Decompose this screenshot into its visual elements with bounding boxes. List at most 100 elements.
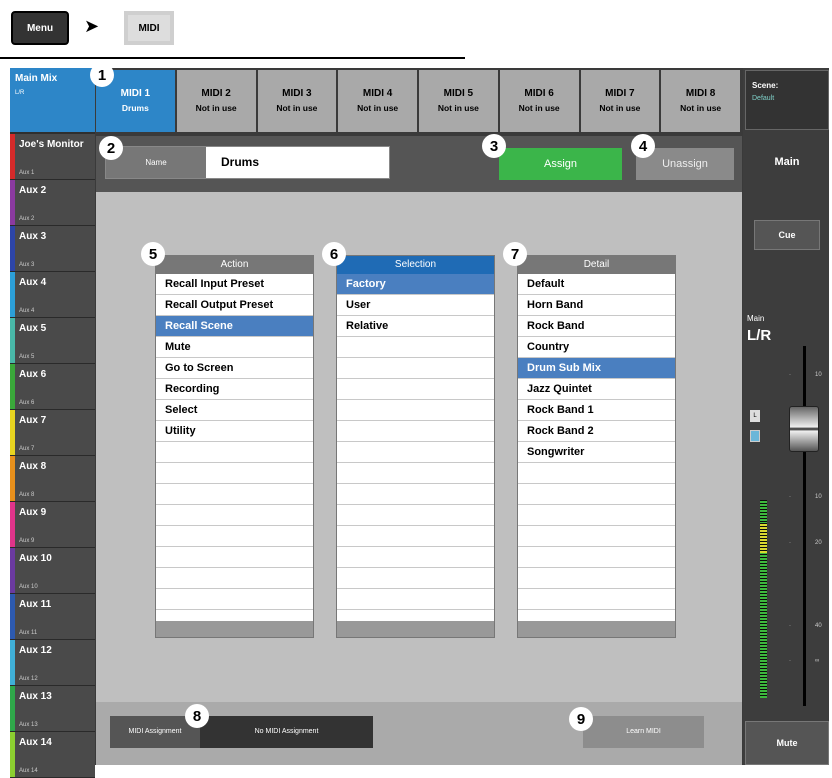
list-item[interactable]: Rock Band 1 bbox=[518, 400, 675, 421]
list-item bbox=[518, 547, 675, 568]
callout-1: 1 bbox=[90, 63, 114, 87]
scene-label: Scene: bbox=[752, 81, 779, 90]
aux-channel[interactable]: Aux 3 Aux 3 bbox=[10, 226, 95, 272]
callout-3: 3 bbox=[482, 134, 506, 158]
scene-display[interactable]: Scene: Default bbox=[745, 70, 829, 130]
aux-channel[interactable]: Joe's Monitor Aux 1 bbox=[10, 134, 95, 180]
list-item[interactable]: Recall Scene bbox=[156, 316, 313, 337]
tab-midi-2[interactable]: MIDI 2 Not in use bbox=[176, 70, 256, 132]
list-item[interactable]: Go to Screen bbox=[156, 358, 313, 379]
aux-channel[interactable]: Aux 9 Aux 9 bbox=[10, 502, 95, 548]
mute-button[interactable]: Mute bbox=[745, 721, 829, 765]
list-item[interactable]: User bbox=[337, 295, 494, 316]
tab-midi-8[interactable]: MIDI 8 Not in use bbox=[661, 70, 740, 132]
list-item[interactable]: Recording bbox=[156, 379, 313, 400]
main-button[interactable]: Main bbox=[745, 134, 829, 190]
list-item bbox=[337, 379, 494, 400]
aux-name: Aux 11 bbox=[19, 599, 52, 610]
list-item[interactable]: Rock Band bbox=[518, 316, 675, 337]
aux-name: Aux 7 bbox=[19, 415, 47, 426]
list-item bbox=[518, 484, 675, 505]
tab-midi-5[interactable]: MIDI 5 Not in use bbox=[419, 70, 498, 132]
name-field[interactable]: Name Drums bbox=[105, 146, 390, 179]
callout-5: 5 bbox=[141, 242, 165, 266]
list-item[interactable]: Default bbox=[518, 274, 675, 295]
callout-4: 4 bbox=[631, 134, 655, 158]
list-item bbox=[156, 463, 313, 484]
list-item bbox=[337, 400, 494, 421]
list-item[interactable]: Country bbox=[518, 337, 675, 358]
selection-list-header: Selection bbox=[337, 256, 494, 274]
aux-list: Joe's Monitor Aux 1 Aux 2 Aux 2 Aux 3 Aux 3 Au… bbox=[10, 134, 95, 778]
learn-midi-button[interactable]: Learn MIDI bbox=[583, 716, 704, 748]
main-fader-handle[interactable] bbox=[789, 406, 819, 452]
list-item[interactable]: Mute bbox=[156, 337, 313, 358]
aux-channel[interactable]: Aux 2 Aux 2 bbox=[10, 180, 95, 226]
aux-name: Aux 9 bbox=[19, 507, 47, 518]
arrow-right-icon: ➤ bbox=[84, 16, 100, 36]
tab-name: MIDI 1 bbox=[120, 88, 151, 99]
list-item[interactable]: Relative bbox=[337, 316, 494, 337]
aux-channel[interactable]: Aux 4 Aux 4 bbox=[10, 272, 95, 318]
list-item[interactable]: Select bbox=[156, 400, 313, 421]
midi-button[interactable]: MIDI bbox=[124, 11, 174, 45]
aux-channel[interactable]: Aux 14 Aux 14 bbox=[10, 732, 95, 778]
list-item[interactable]: Recall Output Preset bbox=[156, 295, 313, 316]
list-item[interactable]: Drum Sub Mix bbox=[518, 358, 675, 379]
list-item bbox=[337, 589, 494, 610]
tab-midi-3[interactable]: MIDI 3 Not in use bbox=[257, 70, 337, 132]
assign-button[interactable]: Assign bbox=[499, 148, 622, 180]
aux-name: Aux 2 bbox=[19, 185, 47, 196]
meter-l-box: L bbox=[750, 410, 760, 422]
aux-channel[interactable]: Aux 5 Aux 5 bbox=[10, 318, 95, 364]
channel-color bbox=[10, 686, 15, 731]
aux-sub: Aux 5 bbox=[19, 354, 35, 360]
divider bbox=[0, 57, 465, 59]
aux-channel[interactable]: Aux 13 Aux 13 bbox=[10, 686, 95, 732]
aux-channel[interactable]: Aux 10 Aux 10 bbox=[10, 548, 95, 594]
aux-sub: Aux 7 bbox=[19, 446, 35, 452]
list-item[interactable]: Rock Band 2 bbox=[518, 421, 675, 442]
fader-track bbox=[803, 346, 806, 706]
list-item[interactable]: Songwriter bbox=[518, 442, 675, 463]
channel-color bbox=[10, 272, 15, 317]
tab-name: MIDI 8 bbox=[685, 88, 716, 99]
aux-sub: Aux 3 bbox=[19, 262, 35, 268]
action-list-header: Action bbox=[156, 256, 313, 274]
callout-2: 2 bbox=[99, 136, 123, 160]
list-item[interactable]: Recall Input Preset bbox=[156, 274, 313, 295]
aux-sub: Aux 13 bbox=[19, 722, 38, 728]
list-item[interactable]: Horn Band bbox=[518, 295, 675, 316]
main-mix-sub: L/R bbox=[15, 90, 25, 96]
aux-channel[interactable]: Aux 8 Aux 8 bbox=[10, 456, 95, 502]
aux-name: Joe's Monitor bbox=[19, 139, 84, 150]
aux-sub: Aux 8 bbox=[19, 492, 35, 498]
aux-channel[interactable]: Aux 7 Aux 7 bbox=[10, 410, 95, 456]
tab-name: MIDI 2 bbox=[201, 88, 231, 99]
tab-midi-6[interactable]: MIDI 6 Not in use bbox=[499, 70, 579, 132]
menu-button[interactable]: Menu bbox=[11, 11, 69, 45]
callout-6: 6 bbox=[322, 242, 346, 266]
aux-sub: Aux 2 bbox=[19, 216, 35, 222]
list-item[interactable]: Utility bbox=[156, 421, 313, 442]
detail-list-header: Detail bbox=[518, 256, 675, 274]
list-item[interactable]: Factory bbox=[337, 274, 494, 295]
list-item bbox=[518, 526, 675, 547]
aux-name: Aux 10 bbox=[19, 553, 52, 564]
aux-channel[interactable]: Aux 11 Aux 11 bbox=[10, 594, 95, 640]
list-item bbox=[156, 442, 313, 463]
tab-name: MIDI 7 bbox=[605, 88, 635, 99]
tab-midi-4[interactable]: MIDI 4 Not in use bbox=[338, 70, 417, 132]
channel-color bbox=[10, 134, 15, 179]
midi-tabs: MIDI 1 Drums MIDI 2 Not in use MIDI 3 Not in … bbox=[96, 68, 742, 134]
list-item[interactable]: Jazz Quintet bbox=[518, 379, 675, 400]
aux-channel[interactable]: Aux 6 Aux 6 bbox=[10, 364, 95, 410]
cue-button[interactable]: Cue bbox=[754, 220, 820, 250]
selection-list: Selection Factory User Relative bbox=[336, 255, 495, 638]
tab-midi-7[interactable]: MIDI 7 Not in use bbox=[580, 70, 660, 132]
aux-channel[interactable]: Aux 12 Aux 12 bbox=[10, 640, 95, 686]
list-item bbox=[518, 589, 675, 610]
main-mix-title: Main Mix bbox=[15, 73, 58, 84]
main-mix-button[interactable]: Main Mix L/R bbox=[10, 68, 95, 132]
action-list: Action Recall Input Preset Recall Output P… bbox=[155, 255, 314, 638]
